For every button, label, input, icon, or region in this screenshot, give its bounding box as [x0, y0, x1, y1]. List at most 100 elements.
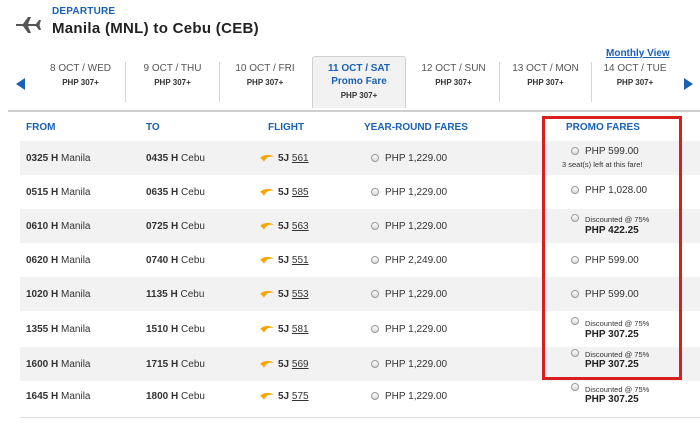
cebu-pacific-logo-icon	[260, 360, 274, 368]
cebu-pacific-logo-icon	[260, 325, 274, 333]
date-price: PHP 307+	[616, 78, 654, 87]
arrival-time-cell: 0740 H Cebu	[146, 255, 205, 266]
year-round-fare-price: PHP 1,229.00	[385, 289, 448, 300]
date-price: PHP 307+	[62, 78, 99, 87]
flight-number[interactable]: 5J 569	[278, 359, 309, 370]
date-label: 13 OCT / MON	[512, 63, 579, 74]
promo-fare-price: PHP 599.00	[585, 146, 639, 157]
promo-fare-radio[interactable]	[571, 256, 579, 264]
promo-fare-radio[interactable]	[571, 317, 579, 325]
date-price: PHP 307+	[154, 78, 191, 87]
departure-time-cell: 1020 H Manila	[26, 289, 91, 300]
promo-fare-radio[interactable]	[571, 214, 579, 222]
promo-fare-price: PHP 307.25	[585, 359, 639, 370]
departure-time-cell: 1600 H Manila	[26, 359, 91, 370]
flight-number[interactable]: 5J 585	[278, 187, 309, 198]
date-tab-14-oct[interactable]: 14 OCT / TUE PHP 307+	[592, 62, 678, 102]
promo-fare-radio[interactable]	[571, 349, 579, 357]
arrival-time-cell: 1715 H Cebu	[146, 359, 205, 370]
arrival-time-cell: 0725 H Cebu	[146, 221, 205, 232]
cebu-pacific-logo-icon	[260, 256, 274, 264]
departure-time-cell: 1355 H Manila	[26, 324, 91, 335]
discount-label: Discounted @ 75%	[585, 350, 650, 359]
next-dates-arrow-icon[interactable]	[684, 78, 693, 90]
promo-fare-radio[interactable]	[571, 383, 579, 391]
flight-number[interactable]: 5J 563	[278, 221, 309, 232]
promo-fare-price: PHP 307.25	[585, 394, 639, 405]
departure-time-cell: 0620 H Manila	[26, 255, 91, 266]
flight-number[interactable]: 5J 581	[278, 324, 309, 335]
date-label: 10 OCT / FRI	[235, 63, 295, 74]
arrival-time-cell: 1510 H Cebu	[146, 324, 205, 335]
date-tab-13-oct[interactable]: 13 OCT / MON PHP 307+	[500, 62, 592, 102]
flight-number[interactable]: 5J 561	[278, 153, 309, 164]
year-round-fare-radio[interactable]	[371, 325, 379, 333]
date-tab-8-oct[interactable]: 8 OCT / WED PHP 307+	[36, 62, 126, 102]
date-price: PHP 307+	[527, 78, 564, 87]
date-tab-11-oct-selected[interactable]: 11 OCT / SAT Promo Fare PHP 307+	[312, 56, 406, 108]
year-round-fare-radio[interactable]	[371, 188, 379, 196]
date-tab-9-oct[interactable]: 9 OCT / THU PHP 307+	[126, 62, 220, 102]
departure-label: DEPARTURE	[52, 6, 116, 17]
table-bottom-divider	[20, 417, 700, 418]
promo-fare-price: PHP 307.25	[585, 329, 639, 340]
previous-dates-arrow-icon[interactable]	[16, 78, 25, 90]
promo-fare-label: Promo Fare	[331, 76, 387, 87]
flight-row: 1600 H Manila 1715 H Cebu 5J 569 PHP 1,2…	[20, 347, 700, 381]
route-title: Manila (MNL) to Cebu (CEB)	[52, 20, 259, 37]
flight-row: 0325 H Manila 0435 H Cebu 5J 561 PHP 1,2…	[20, 141, 700, 175]
date-price: PHP 307+	[246, 78, 284, 87]
arrival-time-cell: 0435 H Cebu	[146, 153, 205, 164]
discount-label: Discounted @ 75%	[585, 215, 650, 224]
flight-row: 1355 H Manila 1510 H Cebu 5J 581 PHP 1,2…	[20, 311, 700, 347]
flight-number[interactable]: 5J 551	[278, 255, 309, 266]
arrival-time-cell: 0635 H Cebu	[146, 187, 205, 198]
year-round-fare-radio[interactable]	[371, 360, 379, 368]
promo-fare-price: PHP 599.00	[585, 255, 639, 266]
year-round-fare-price: PHP 1,229.00	[385, 359, 448, 370]
year-round-fare-radio[interactable]	[371, 256, 379, 264]
promo-fare-price: PHP 422.25	[585, 225, 639, 236]
date-label: 9 OCT / THU	[143, 63, 202, 74]
flight-row: 1645 H Manila 1800 H Cebu 5J 575 PHP 1,2…	[20, 381, 700, 417]
cebu-pacific-logo-icon	[260, 290, 274, 298]
flight-row: 0515 H Manila 0635 H Cebu 5J 585 PHP 1,2…	[20, 175, 700, 209]
column-header-year-round-fares: YEAR-ROUND FARES	[364, 122, 468, 133]
date-label: 14 OCT / TUE	[603, 63, 667, 74]
column-header-promo-fares: PROMO FARES	[566, 122, 640, 133]
date-tab-12-oct[interactable]: 12 OCT / SUN PHP 307+	[408, 62, 500, 102]
year-round-fare-price: PHP 2,249.00	[385, 255, 448, 266]
promo-fare-radio[interactable]	[571, 147, 579, 155]
year-round-fare-radio[interactable]	[371, 290, 379, 298]
departure-time-cell: 0610 H Manila	[26, 221, 91, 232]
flight-row: 0620 H Manila 0740 H Cebu 5J 551 PHP 2,2…	[20, 243, 700, 277]
flight-number[interactable]: 5J 575	[278, 391, 309, 402]
cebu-pacific-logo-icon	[260, 222, 274, 230]
departure-header: DEPARTURE Manila (MNL) to Cebu (CEB)	[0, 0, 700, 44]
flight-row: 1020 H Manila 1135 H Cebu 5J 553 PHP 1,2…	[20, 277, 700, 311]
year-round-fare-price: PHP 1,229.00	[385, 391, 448, 402]
arrival-time-cell: 1800 H Cebu	[146, 391, 205, 402]
year-round-fare-radio[interactable]	[371, 392, 379, 400]
seats-left-note: 3 seat(s) left at this fare!	[562, 160, 643, 169]
date-label: 12 OCT / SUN	[421, 63, 486, 74]
departure-time-cell: 0515 H Manila	[26, 187, 91, 198]
discount-label: Discounted @ 75%	[585, 385, 650, 394]
cebu-pacific-logo-icon	[260, 392, 274, 400]
year-round-fare-radio[interactable]	[371, 154, 379, 162]
flight-number[interactable]: 5J 553	[278, 289, 309, 300]
year-round-fare-price: PHP 1,229.00	[385, 187, 448, 198]
promo-fare-radio[interactable]	[571, 290, 579, 298]
year-round-fare-radio[interactable]	[371, 222, 379, 230]
column-header-flight: FLIGHT	[268, 122, 305, 133]
discount-label: Discounted @ 75%	[585, 319, 650, 328]
date-label: 11 OCT / SAT	[327, 63, 391, 74]
departure-time-cell: 1645 H Manila	[26, 391, 91, 402]
date-label: 8 OCT / WED	[50, 63, 111, 74]
date-tab-10-oct[interactable]: 10 OCT / FRI PHP 307+	[220, 62, 310, 102]
promo-fare-price: PHP 1,028.00	[585, 185, 648, 196]
promo-fare-radio[interactable]	[571, 186, 579, 194]
year-round-fare-price: PHP 1,229.00	[385, 153, 448, 164]
departure-time-cell: 0325 H Manila	[26, 153, 91, 164]
date-price: PHP 307+	[340, 91, 378, 100]
